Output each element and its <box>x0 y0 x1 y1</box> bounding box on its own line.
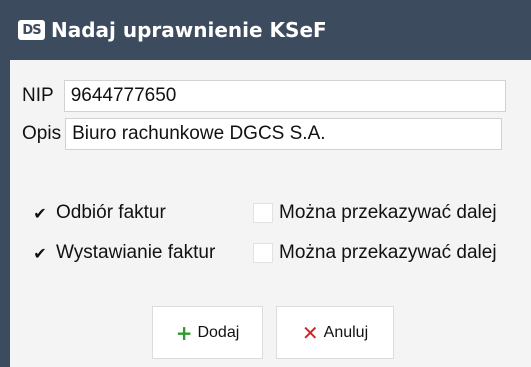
permission-transfer-row-wystawianie: Można przekazywać dalej <box>253 242 497 264</box>
permission-transfer-row-odbior: Można przekazywać dalej <box>253 202 497 224</box>
add-button[interactable]: + Dodaj <box>152 306 263 359</box>
dialog-window: DS Nadaj uprawnienie KSeF NIP 9644777650… <box>0 0 531 367</box>
wystawianie-checkbox[interactable]: ✔ <box>30 243 50 263</box>
nip-input[interactable]: 9644777650 <box>63 80 506 112</box>
opis-row: Opis Biuro rachunkowe DGCS S.A. <box>22 118 503 150</box>
odbior-transfer-checkbox[interactable] <box>253 203 273 223</box>
dialog-title: Nadaj uprawnienie KSeF <box>51 18 327 42</box>
app-logo-icon: DS <box>18 20 45 40</box>
wystawianie-label: Wystawianie faktur <box>56 242 216 263</box>
odbior-transfer-label: Można przekazywać dalej <box>279 202 497 223</box>
odbior-checkbox[interactable]: ✔ <box>30 203 50 223</box>
opis-label: Opis <box>22 123 62 144</box>
close-icon: ✕ <box>301 320 319 345</box>
permission-row-odbior: ✔ Odbiór faktur <box>30 202 166 224</box>
dialog-content: NIP 9644777650 Opis Biuro rachunkowe DGC… <box>10 60 531 367</box>
nip-row: NIP 9644777650 <box>22 80 506 112</box>
title-bar[interactable]: DS Nadaj uprawnienie KSeF <box>0 0 531 60</box>
permission-row-wystawianie: ✔ Wystawianie faktur <box>30 242 215 264</box>
nip-label: NIP <box>22 85 54 106</box>
wystawianie-transfer-checkbox[interactable] <box>253 243 273 263</box>
odbior-label: Odbiór faktur <box>56 202 166 223</box>
cancel-button-label: Anuluj <box>323 323 369 341</box>
plus-icon: + <box>175 320 193 345</box>
wystawianie-transfer-label: Można przekazywać dalej <box>279 242 497 263</box>
add-button-label: Dodaj <box>197 323 240 341</box>
opis-input[interactable]: Biuro rachunkowe DGCS S.A. <box>65 118 503 150</box>
cancel-button[interactable]: ✕ Anuluj <box>276 306 394 359</box>
